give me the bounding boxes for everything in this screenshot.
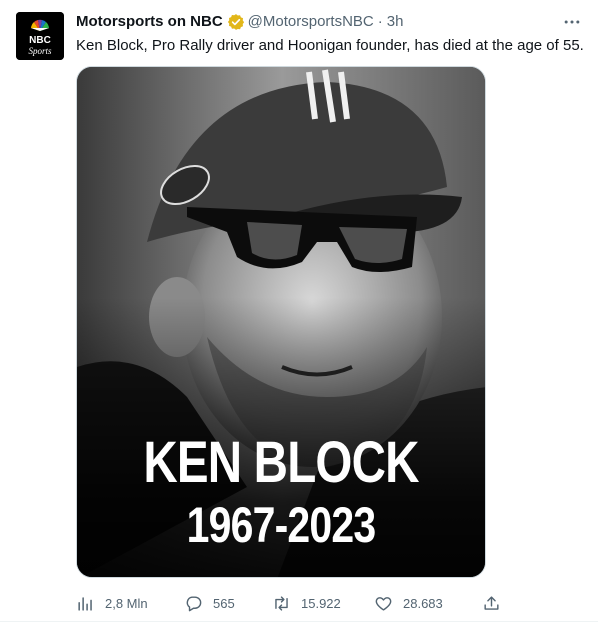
retweet-count: 15.922 — [301, 595, 341, 611]
nbc-sports-logo: NBC Sports — [16, 12, 64, 60]
tweet-content: Motorsports on NBC @MotorsportsNBC · 3h … — [76, 12, 584, 611]
verified-badge-icon[interactable] — [227, 13, 245, 31]
tweet-media[interactable]: KEN BLOCK 1967-2023 — [76, 66, 486, 578]
reply-button[interactable]: 565 — [184, 594, 235, 613]
views-count: 2,8 Mln — [105, 595, 148, 611]
like-button[interactable]: 28.683 — [374, 594, 443, 613]
avatar[interactable]: NBC Sports — [16, 12, 64, 60]
display-name[interactable]: Motorsports on NBC — [76, 12, 223, 32]
like-count: 28.683 — [403, 595, 443, 611]
tweet-text: Ken Block, Pro Rally driver and Hoonigan… — [76, 37, 584, 54]
avatar-sports-text: Sports — [28, 46, 52, 56]
handle[interactable]: @MotorsportsNBC — [248, 12, 374, 32]
tweet[interactable]: NBC Sports Motorsports on NBC @Motorspor… — [0, 0, 598, 622]
avatar-nbc-text: NBC — [29, 35, 51, 46]
separator-dot: · — [377, 13, 383, 30]
analytics-icon — [78, 596, 92, 611]
share-button[interactable] — [482, 594, 511, 613]
retweet-button[interactable]: 15.922 — [272, 594, 341, 613]
memorial-years: 1967-2023 — [186, 497, 377, 553]
reply-count: 565 — [213, 595, 235, 611]
more-horizontal-icon[interactable] — [562, 12, 582, 32]
heart-icon — [375, 596, 392, 611]
tweet-header: Motorsports on NBC @MotorsportsNBC · 3h — [76, 12, 582, 32]
share-icon — [484, 595, 499, 610]
views-button[interactable]: 2,8 Mln — [76, 594, 148, 613]
memorial-title: KEN BLOCK — [143, 430, 419, 495]
action-bar: 2,8 Mln 565 15.922 28.683 — [76, 592, 506, 614]
timestamp[interactable]: 3h — [387, 12, 404, 32]
reply-icon — [186, 595, 202, 611]
retweet-icon — [275, 595, 288, 611]
